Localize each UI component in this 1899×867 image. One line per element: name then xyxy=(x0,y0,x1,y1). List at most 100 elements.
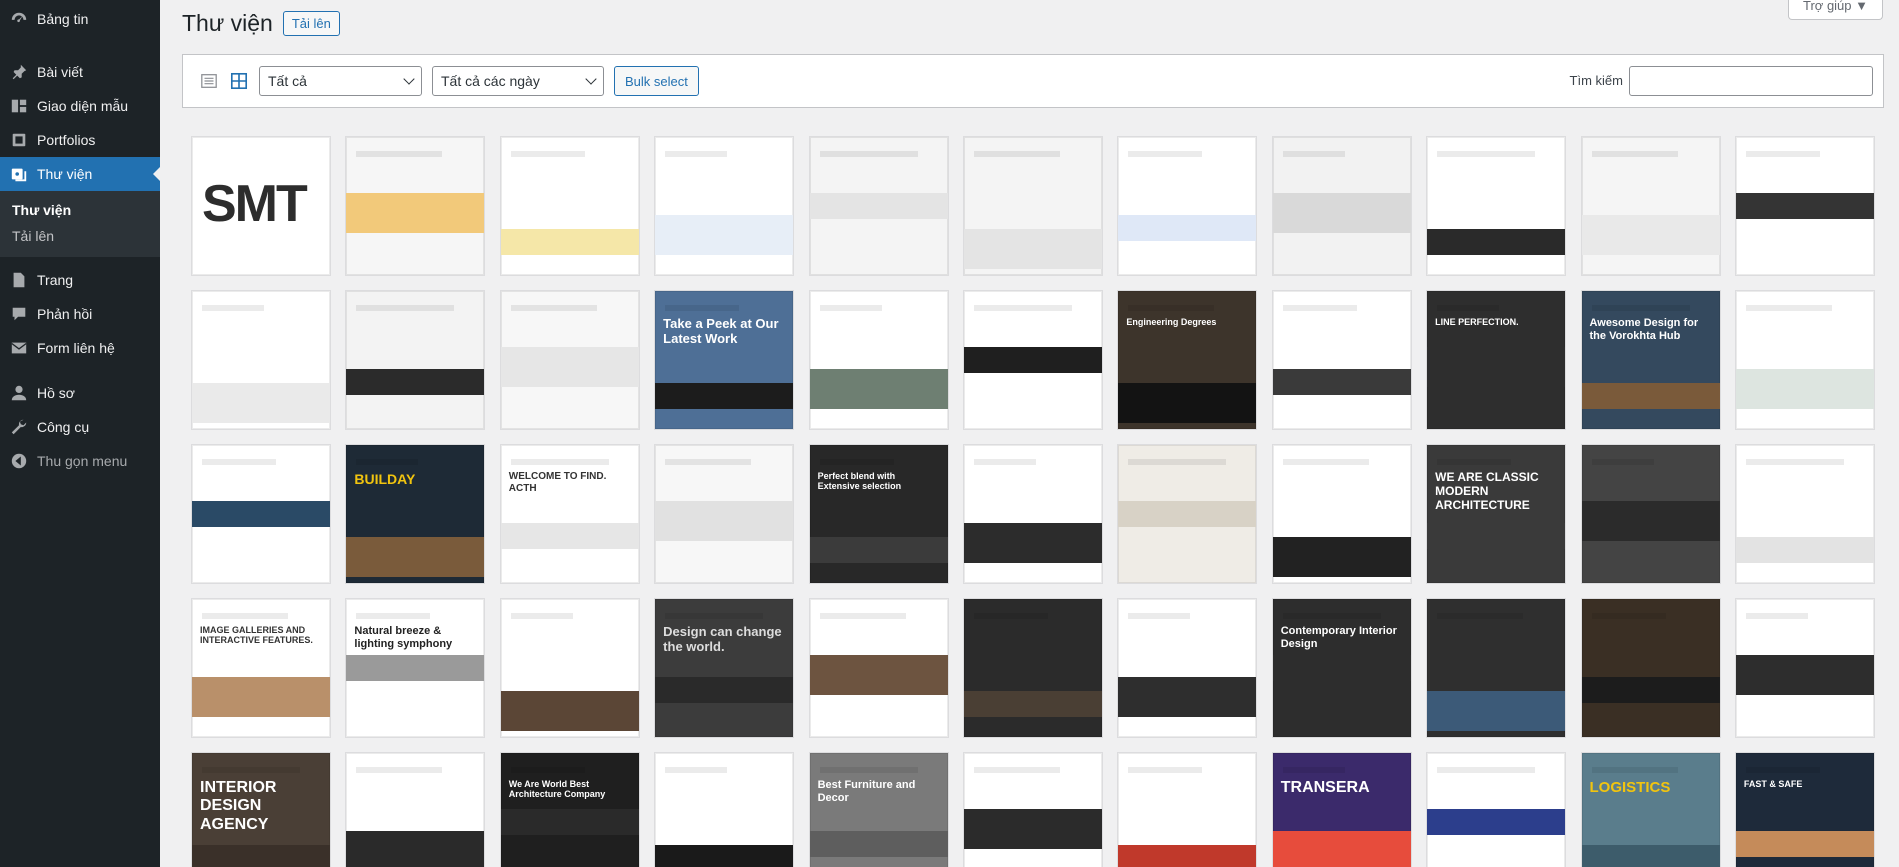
media-thumbnail[interactable]: Perfect blend with Extensive selection xyxy=(809,445,948,583)
media-thumbnail[interactable] xyxy=(192,445,330,583)
media-thumbnail[interactable] xyxy=(500,599,639,737)
thumbnail-text: LOGISTICS xyxy=(1589,779,1671,796)
bulk-select-button[interactable]: Bulk select xyxy=(614,66,699,96)
page-icon xyxy=(9,270,29,290)
thumbnail-preview-line xyxy=(1745,613,1808,619)
sidebar-item-dashboard[interactable]: Bảng tin xyxy=(0,2,160,36)
sidebar-item-portfolios[interactable]: Portfolios xyxy=(0,123,160,157)
collapse-menu-button[interactable]: Thu gọn menu xyxy=(0,444,160,478)
grid-view-icon[interactable] xyxy=(229,71,249,91)
media-thumbnail[interactable] xyxy=(1118,599,1257,737)
sidebar-item-media[interactable]: Thư viện xyxy=(0,157,161,191)
media-type-filter[interactable]: Tất cả xyxy=(259,66,422,96)
thumbnail-preview-line xyxy=(202,767,300,773)
media-thumbnail[interactable]: WE ARE CLASSIC MODERN ARCHITECTURE xyxy=(1427,445,1566,583)
search-input[interactable] xyxy=(1629,66,1873,96)
media-thumbnail[interactable] xyxy=(1735,291,1874,429)
media-thumbnail[interactable] xyxy=(963,137,1102,275)
media-thumbnail[interactable] xyxy=(809,599,948,737)
media-thumbnail[interactable]: BUILDAY xyxy=(346,445,485,583)
media-thumbnail[interactable]: Contemporary Interior Design xyxy=(1272,599,1411,737)
media-thumbnail[interactable] xyxy=(1735,599,1874,737)
sidebar-item-label: Phản hồi xyxy=(37,306,93,322)
sidebar-item-posts[interactable]: Bài viết xyxy=(0,55,160,89)
media-thumbnail[interactable] xyxy=(963,753,1102,867)
media-thumbnail[interactable] xyxy=(1272,445,1411,583)
thumbnail-text: Perfect blend with Extensive selection xyxy=(817,471,902,492)
media-thumbnail[interactable] xyxy=(1735,137,1874,275)
thumbnail-preview-block xyxy=(809,537,948,563)
media-thumbnail[interactable] xyxy=(963,291,1102,429)
media-thumbnail[interactable]: Best Furniture and Decor xyxy=(809,753,948,867)
media-thumbnail[interactable]: Awesome Design for the Vorokhta Hub xyxy=(1581,291,1720,429)
thumbnail-preview-block xyxy=(192,383,330,423)
chevron-down-icon xyxy=(585,73,597,85)
sidebar-item-tools[interactable]: Công cụ xyxy=(0,410,160,444)
media-thumbnail[interactable]: FAST & SAFE xyxy=(1735,753,1874,867)
media-thumbnail[interactable] xyxy=(1427,137,1566,275)
media-thumbnail[interactable] xyxy=(1581,137,1720,275)
media-thumbnail[interactable] xyxy=(192,291,330,429)
media-thumbnail[interactable] xyxy=(346,137,485,275)
media-thumbnail[interactable] xyxy=(1581,445,1720,583)
media-thumbnail[interactable] xyxy=(1118,445,1257,583)
media-thumbnail[interactable]: LINE PERFECTION. xyxy=(1427,291,1566,429)
media-thumbnail[interactable] xyxy=(346,753,485,867)
thumbnail-preview-block xyxy=(346,193,485,233)
media-thumbnail[interactable] xyxy=(1581,599,1720,737)
media-thumbnail[interactable]: Take a Peek at Our Latest Work xyxy=(655,291,794,429)
thumbnail-preview-line xyxy=(819,305,882,311)
media-thumbnail[interactable] xyxy=(655,753,794,867)
media-thumbnail[interactable]: SMT xyxy=(192,137,330,275)
media-thumbnail[interactable]: Natural breeze & lighting symphony xyxy=(346,599,485,737)
media-grid: SMT Take a Peek at Our Latest Work Enginee… xyxy=(192,137,1884,867)
list-view-icon[interactable] xyxy=(199,71,219,91)
media-thumbnail[interactable] xyxy=(1118,137,1257,275)
media-thumbnail[interactable] xyxy=(809,291,948,429)
media-thumbnail[interactable] xyxy=(963,445,1102,583)
media-thumbnail[interactable]: IMAGE GALLERIES AND INTERACTIVE FEATURES… xyxy=(192,599,330,737)
menu-separator xyxy=(0,365,160,376)
sidebar-item-label: Trang xyxy=(37,272,74,288)
thumbnail-preview-block xyxy=(192,501,330,527)
thumbnail-preview-line xyxy=(973,305,1072,311)
media-thumbnail[interactable] xyxy=(1735,445,1874,583)
media-thumbnail[interactable] xyxy=(963,599,1102,737)
media-thumbnail[interactable] xyxy=(1272,291,1411,429)
thumbnail-preview-line xyxy=(1745,151,1820,157)
media-thumbnail[interactable] xyxy=(1272,137,1411,275)
date-filter[interactable]: Tất cả các ngày xyxy=(432,66,604,96)
media-thumbnail[interactable] xyxy=(1427,599,1566,737)
media-thumbnail[interactable]: LOGISTICS xyxy=(1581,753,1720,867)
media-thumbnail[interactable]: Design can change the world. xyxy=(655,599,794,737)
add-new-button[interactable]: Tải lên xyxy=(282,11,340,36)
thumbnail-preview-line xyxy=(510,613,573,619)
sidebar-item-profile[interactable]: Hồ sơ xyxy=(0,376,160,410)
thumbnail-preview-line xyxy=(1128,151,1203,157)
media-thumbnail[interactable]: Engineering Degrees xyxy=(1118,291,1257,429)
submenu-library[interactable]: Thư viện xyxy=(0,197,160,223)
thumbnail-preview-block xyxy=(1581,215,1720,255)
media-thumbnail[interactable] xyxy=(500,291,639,429)
media-thumbnail[interactable] xyxy=(346,291,485,429)
help-tab-button[interactable]: Trợ giúp ▼ xyxy=(1788,0,1883,20)
media-thumbnail[interactable] xyxy=(655,445,794,583)
sidebar-item-pages[interactable]: Trang xyxy=(0,263,160,297)
media-thumbnail[interactable] xyxy=(1427,753,1566,867)
media-thumbnail[interactable]: WELCOME TO FIND. ACTH xyxy=(500,445,639,583)
sidebar-item-templates[interactable]: Giao diện mẫu xyxy=(0,89,160,123)
submenu-upload[interactable]: Tải lên xyxy=(0,223,160,249)
media-thumbnail[interactable] xyxy=(655,137,794,275)
sidebar-item-label: Giao diện mẫu xyxy=(37,98,129,114)
media-thumbnail[interactable]: INTERIOR DESIGN AGENCY xyxy=(192,753,330,867)
thumbnail-preview-line xyxy=(1745,767,1820,773)
media-thumbnail[interactable] xyxy=(809,137,948,275)
media-thumbnail[interactable] xyxy=(500,137,639,275)
thumbnail-preview-block xyxy=(1581,845,1720,867)
media-thumbnail[interactable] xyxy=(1118,753,1257,867)
sidebar-item-comments[interactable]: Phản hồi xyxy=(0,297,160,331)
thumbnail-preview-block xyxy=(1735,831,1874,857)
media-thumbnail[interactable]: We Are World Best Architecture Company xyxy=(500,753,639,867)
media-thumbnail[interactable]: TRANSERA xyxy=(1272,753,1411,867)
sidebar-item-contact-form[interactable]: Form liên hệ xyxy=(0,331,160,365)
